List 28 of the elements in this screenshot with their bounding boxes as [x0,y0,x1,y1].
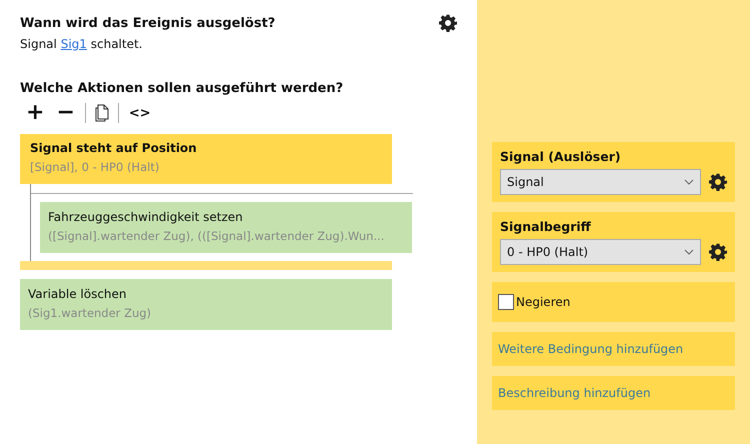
property-label: Signal (Auslöser) [500,149,622,164]
add-button[interactable]: + [24,102,46,124]
condition-block[interactable]: Signal steht auf Position [Signal], 0 - HP0 (Halt) [20,134,392,184]
dropdown[interactable]: 0 - HP0 (Halt) [500,239,701,265]
chevron-icon [684,249,694,255]
condition-detail: [Signal], 0 - HP0 (Halt) [30,160,160,174]
settings-icon[interactable] [709,243,727,261]
settings-icon[interactable] [439,14,457,32]
condition-title: Signal steht auf Position [30,141,198,155]
checkbox[interactable] [498,294,514,310]
section-heading: Wann wird das Ereignis ausgelöst? [20,16,276,30]
chevron-icon [684,179,694,185]
action-detail: (Sig1.wartender Zug) [28,306,152,320]
action-detail: ([Signal].wartender Zug), (([Signal].wartender Zug).Wun... [48,229,386,243]
action-title: Variable löschen [28,287,128,301]
action-title: Fahrzeuggeschwindigkeit setzen [48,210,244,224]
checkbox-label: Negieren [516,295,570,309]
remove-button[interactable]: − [54,102,77,124]
action-block[interactable]: Fahrzeuggeschwindigkeit setzen ([Signal].wartender Zug), (([Signal].wartender Zug).Wun... [40,202,412,253]
signal-link[interactable]: Sig1 [60,37,87,51]
action-block[interactable]: Variable löschen (Sig1.wartender Zug) [20,279,392,330]
code-button[interactable]: <> [126,106,153,120]
section-heading: Welche Aktionen sollen ausgeführt werden? [20,81,344,96]
property-label: Signalbegriff [500,219,592,234]
settings-icon[interactable] [709,173,727,191]
dropdown[interactable]: Signal [500,169,701,195]
trigger-sentence: Signal Sig1 schaltet. [20,37,144,51]
copy-icon[interactable] [94,104,110,122]
